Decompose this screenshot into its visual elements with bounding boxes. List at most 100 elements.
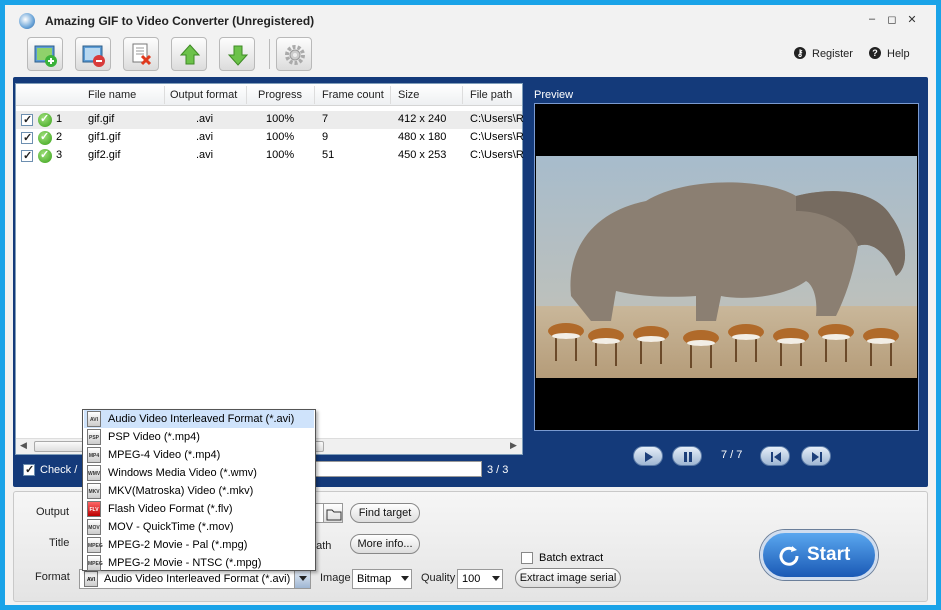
format-option[interactable]: MP4 MPEG-4 Video (*.mp4) xyxy=(84,446,314,464)
skip-back-icon xyxy=(771,452,781,462)
option-label: MPEG-2 Movie - NTSC (*.mpg) xyxy=(108,557,262,569)
batch-extract-checkbox[interactable] xyxy=(521,552,533,564)
next-frame-button[interactable] xyxy=(801,446,831,466)
table-row[interactable]: 3 gif2.gif .avi 100% 51 450 x 253 C:\Use… xyxy=(16,147,524,165)
quality-value: 100 xyxy=(462,573,481,585)
add-image-icon xyxy=(34,45,57,67)
delete-icon xyxy=(132,43,152,66)
format-option[interactable]: PSP PSP Video (*.mp4) xyxy=(84,428,314,446)
gear-icon xyxy=(285,45,305,65)
option-label: MPEG-4 Video (*.mp4) xyxy=(108,449,221,461)
add-gif-button[interactable] xyxy=(27,37,63,71)
add-picture-icon xyxy=(82,45,105,67)
start-button[interactable]: Start xyxy=(760,530,878,580)
close-button[interactable]: ✕ xyxy=(904,13,920,26)
overall-progress-bar xyxy=(312,461,482,477)
check-all-checkbox[interactable] xyxy=(23,463,35,476)
preview-label: Preview xyxy=(534,89,574,101)
cell-file-path: C:\Users\R xyxy=(470,113,524,125)
file-count: 3 / 3 xyxy=(487,464,509,476)
format-label: Format xyxy=(35,571,70,583)
cell-output-format: .avi xyxy=(196,113,214,125)
key-icon: ⚷ xyxy=(794,47,806,59)
pause-button[interactable] xyxy=(672,446,702,466)
format-option[interactable]: MOV MOV - QuickTime (*.mov) xyxy=(84,518,314,536)
folder-icon xyxy=(326,509,342,521)
add-image-button[interactable] xyxy=(75,37,111,71)
format-option[interactable]: MPEG MPEG-2 Movie - Pal (*.mpg) xyxy=(84,536,314,554)
option-label: Audio Video Interleaved Format (*.avi) xyxy=(108,413,295,425)
format-dropdown-menu: AVI Audio Video Interleaved Format (*.avi… xyxy=(82,409,316,571)
play-button[interactable] xyxy=(633,446,663,466)
cell-file-name: gif2.gif xyxy=(88,149,121,161)
previous-frame-button[interactable] xyxy=(760,446,790,466)
option-label: Flash Video Format (*.flv) xyxy=(108,503,233,515)
start-label: Start xyxy=(807,544,851,565)
column-divider xyxy=(164,86,165,104)
format-option[interactable]: MPEG MPEG-2 Movie - NTSC (*.mpg) xyxy=(84,554,314,572)
chevron-down-icon xyxy=(492,576,500,581)
help-link[interactable]: Help xyxy=(887,48,910,60)
output-label: Output xyxy=(36,506,70,518)
format-select[interactable]: AVI Audio Video Interleaved Format (*.av… xyxy=(79,569,311,589)
cell-frame-count: 9 xyxy=(322,131,329,143)
format-option[interactable]: WMV Windows Media Video (*.wmv) xyxy=(84,464,314,482)
row-checkbox[interactable] xyxy=(21,131,33,144)
image-label: Image xyxy=(320,572,351,584)
column-header: File name Output format Progress Frame c… xyxy=(16,84,522,106)
browse-button[interactable] xyxy=(323,503,343,523)
row-checkbox[interactable] xyxy=(21,113,33,126)
move-down-button[interactable] xyxy=(219,37,255,71)
register-link[interactable]: Register xyxy=(812,48,853,60)
cell-file-name: gif.gif xyxy=(88,113,115,125)
col-size[interactable]: Size xyxy=(398,89,419,101)
check-all-label: Check / xyxy=(40,464,78,476)
image-format-select[interactable]: Bitmap xyxy=(352,569,412,589)
col-file-name[interactable]: File name xyxy=(88,89,136,101)
col-file-path[interactable]: File path xyxy=(470,89,512,101)
row-checkbox[interactable] xyxy=(21,149,33,162)
toolbar: ⚷ Register ? Help xyxy=(5,35,936,75)
title-label: Title xyxy=(49,537,70,549)
option-label: MKV(Matroska) Video (*.mkv) xyxy=(108,485,254,497)
window-body: Amazing GIF to Video Converter (Unregist… xyxy=(5,5,936,605)
remove-button[interactable] xyxy=(123,37,159,71)
more-info-button[interactable]: More info... xyxy=(350,534,420,554)
extract-image-serial-button[interactable]: Extract image serial xyxy=(515,568,621,588)
row-index: 1 xyxy=(56,113,63,125)
frame-counter: 7 / 7 xyxy=(721,449,743,461)
move-up-button[interactable] xyxy=(171,37,207,71)
pause-icon xyxy=(684,452,692,462)
scroll-right-icon[interactable]: ▶ xyxy=(510,440,517,451)
table-row[interactable]: 1 gif.gif .avi 100% 7 412 x 240 C:\Users… xyxy=(16,111,524,129)
maximize-button[interactable]: ◻ xyxy=(884,13,900,26)
chevron-down-icon xyxy=(401,576,409,581)
quality-select[interactable]: 100 xyxy=(457,569,503,589)
batch-extract-label: Batch extract xyxy=(539,552,604,564)
col-output-format[interactable]: Output format xyxy=(170,89,237,101)
col-frame-count[interactable]: Frame count xyxy=(322,89,384,101)
cell-output-format: .avi xyxy=(196,131,214,143)
format-option[interactable]: AVI Audio Video Interleaved Format (*.avi… xyxy=(84,410,314,428)
col-progress[interactable]: Progress xyxy=(258,89,302,101)
play-icon xyxy=(645,452,653,462)
table-row[interactable]: 2 gif1.gif .avi 100% 9 480 x 180 C:\User… xyxy=(16,129,524,147)
format-dropdown-toggle[interactable] xyxy=(294,570,310,588)
settings-button[interactable] xyxy=(276,37,312,71)
window-title: Amazing GIF to Video Converter (Unregist… xyxy=(45,14,315,28)
find-target-button[interactable]: Find target xyxy=(350,503,420,523)
option-label: Windows Media Video (*.wmv) xyxy=(108,467,257,479)
arrow-up-icon xyxy=(179,44,201,65)
format-option[interactable]: FLV Flash Video Format (*.flv) xyxy=(84,500,314,518)
minimize-button[interactable]: – xyxy=(864,13,880,25)
psp-file-icon: PSP xyxy=(87,429,101,445)
refresh-icon xyxy=(779,546,799,566)
format-option[interactable]: MKV MKV(Matroska) Video (*.mkv) xyxy=(84,482,314,500)
title-bar: Amazing GIF to Video Converter (Unregist… xyxy=(5,5,936,35)
cell-output-format: .avi xyxy=(196,149,214,161)
avi-file-icon: AVI xyxy=(84,571,98,587)
cell-frame-count: 7 xyxy=(322,113,329,125)
file-list[interactable]: File name Output format Progress Frame c… xyxy=(15,83,524,455)
arrow-down-icon xyxy=(227,45,249,66)
scroll-left-icon[interactable]: ◀ xyxy=(20,440,27,451)
